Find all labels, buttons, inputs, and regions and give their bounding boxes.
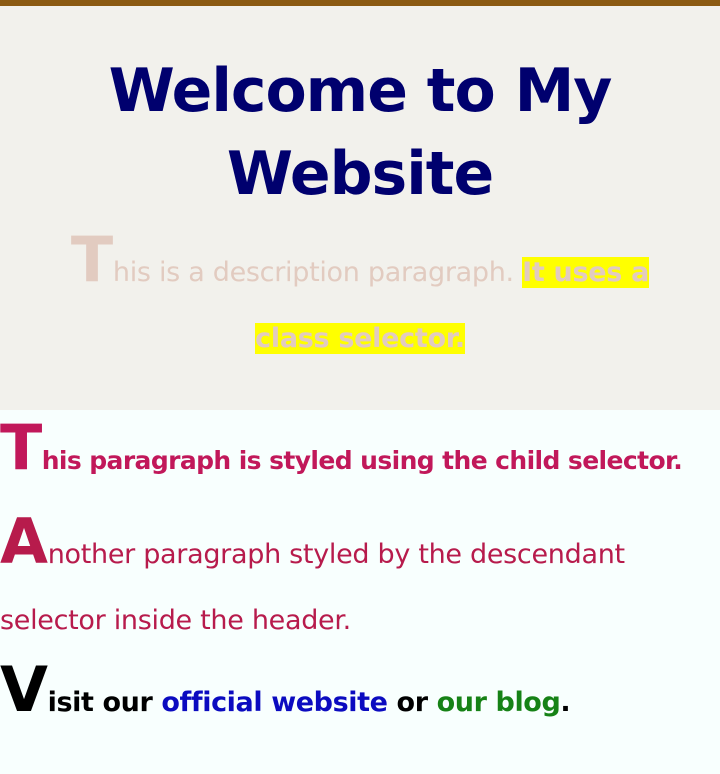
visit-paragraph-dropcap: V	[0, 653, 48, 726]
blog-link[interactable]: our blog	[437, 687, 561, 718]
description-paragraph: This is a description paragraph. It uses…	[40, 229, 680, 372]
child-paragraph-text: his paragraph is styled using the child …	[41, 446, 683, 475]
visit-suffix-text: .	[560, 687, 571, 718]
main-content: This paragraph is styled using the child…	[0, 410, 720, 733]
child-paragraph-dropcap: T	[0, 411, 42, 484]
child-selector-paragraph: This paragraph is styled using the child…	[0, 417, 720, 496]
page-title: Welcome to My Website	[108, 56, 613, 209]
description-dropcap: T	[70, 223, 113, 296]
official-website-link[interactable]: official website	[161, 687, 388, 718]
description-text: his is a description paragraph.	[112, 257, 523, 288]
site-header: Welcome to My Website This is a descript…	[0, 6, 720, 410]
descendant-paragraph-dropcap: A	[0, 505, 48, 578]
descendant-selector-paragraph: Another paragraph styled by the descenda…	[0, 511, 690, 654]
descendant-paragraph-text: nother paragraph styled by the descendan…	[0, 539, 625, 636]
visit-paragraph: Visit our official website or our blog.	[0, 659, 720, 733]
visit-prefix-text: isit our	[47, 687, 162, 718]
visit-middle-text: or	[387, 687, 437, 718]
